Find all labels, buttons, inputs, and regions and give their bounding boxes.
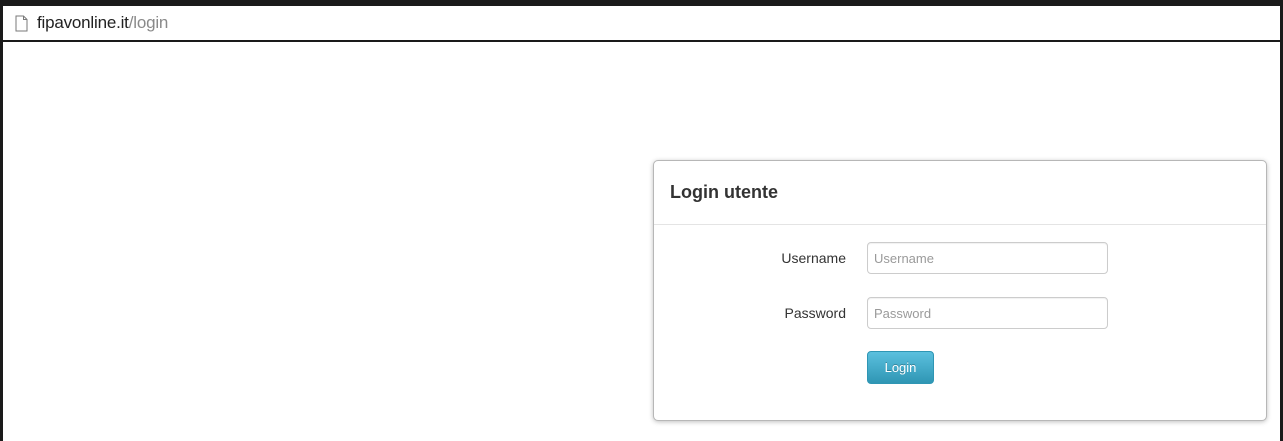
url-path: /login xyxy=(128,13,169,32)
login-panel: Login utente Username Password Login xyxy=(653,160,1267,421)
url-domain: fipavonline.it xyxy=(37,13,129,32)
page-icon xyxy=(15,15,28,32)
panel-heading: Login utente xyxy=(654,161,1266,225)
password-label: Password xyxy=(784,305,846,321)
login-button[interactable]: Login xyxy=(867,351,934,384)
address-bar[interactable]: fipavonline.it/login xyxy=(3,6,1280,42)
url-text[interactable]: fipavonline.it/login xyxy=(37,13,168,33)
password-row: Password xyxy=(654,297,1266,331)
password-input[interactable] xyxy=(867,297,1108,329)
panel-title: Login utente xyxy=(670,182,778,202)
username-input[interactable] xyxy=(867,242,1108,274)
username-row: Username xyxy=(654,242,1266,276)
username-label: Username xyxy=(781,250,846,266)
